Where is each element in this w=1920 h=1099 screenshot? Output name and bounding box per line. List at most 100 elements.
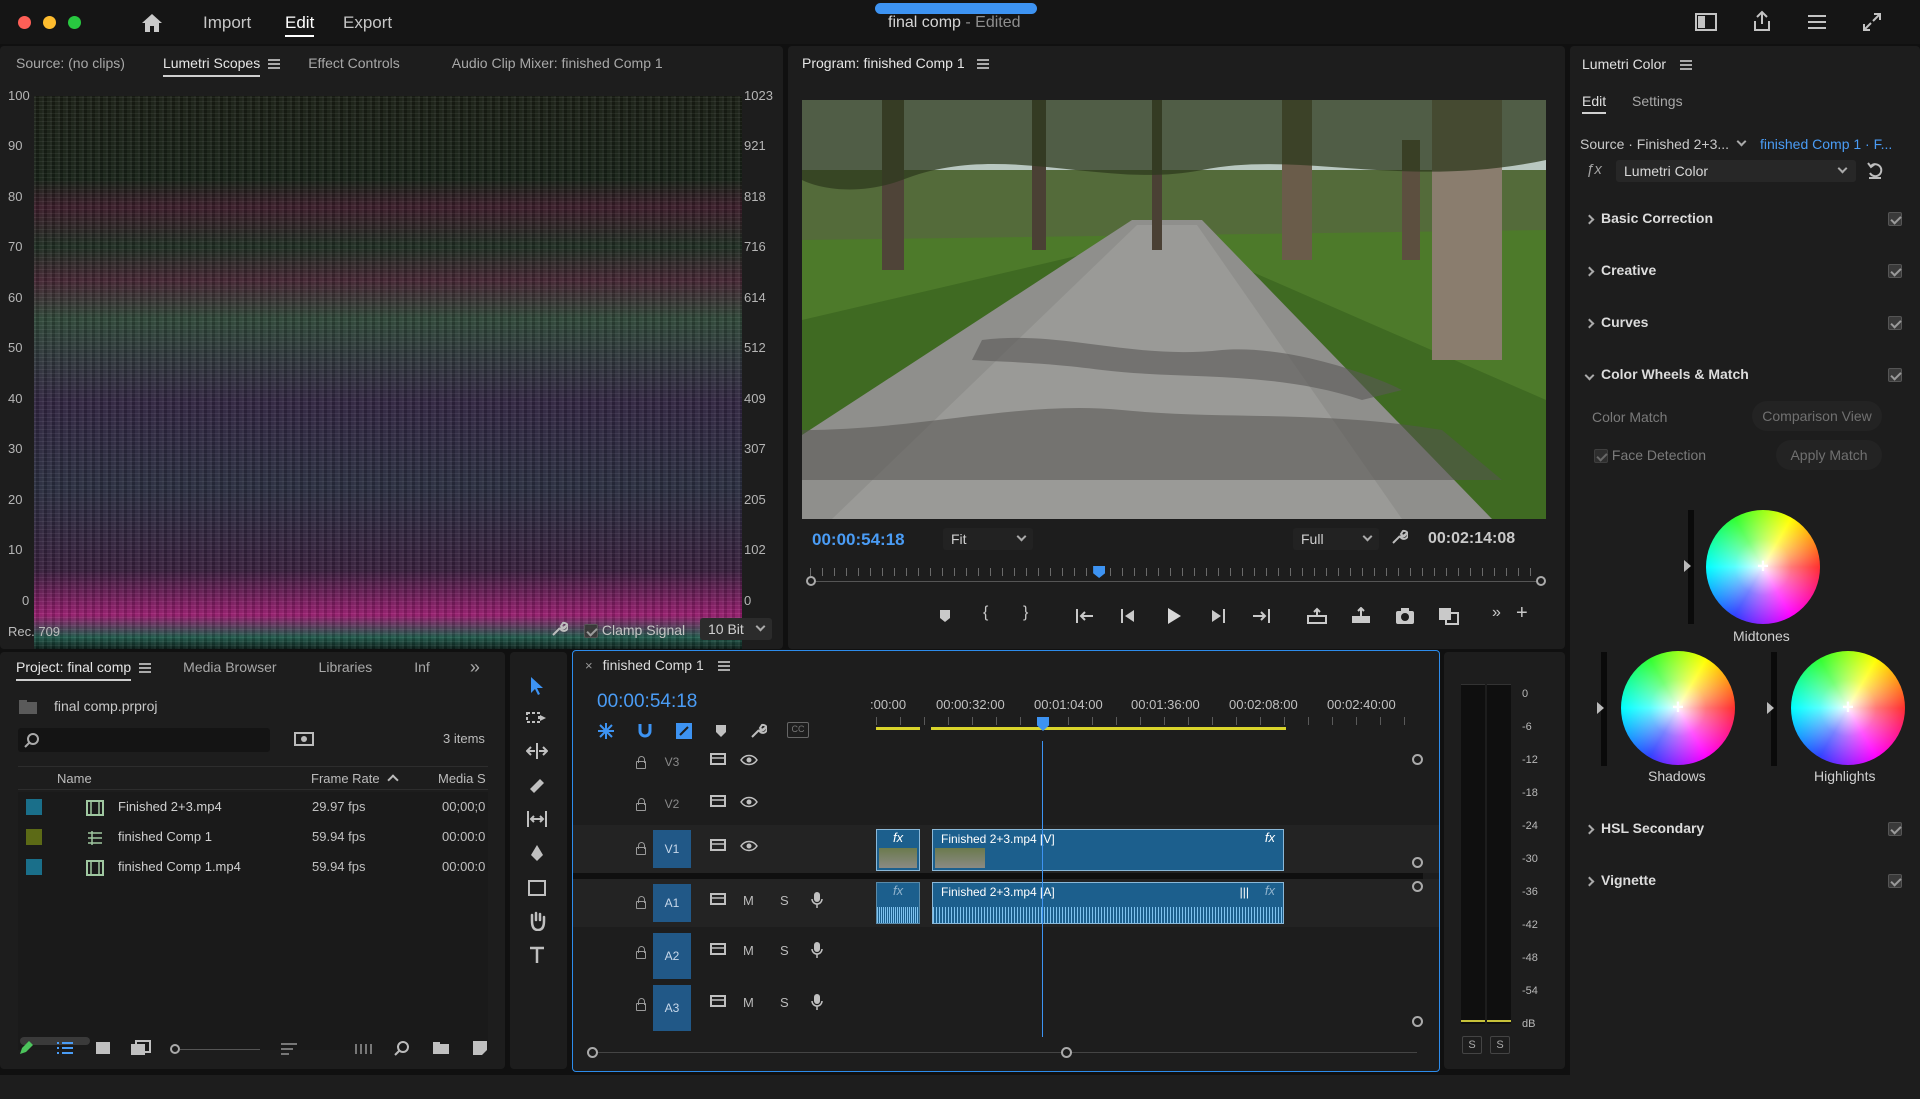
scrub-start-handle[interactable]	[806, 576, 816, 586]
workspaces-icon[interactable]	[1806, 13, 1828, 31]
nav-edit[interactable]: Edit	[285, 13, 315, 37]
maximize-window-button[interactable]	[68, 16, 81, 29]
bit-depth-select[interactable]: 10 Bit	[700, 618, 772, 640]
close-tab-icon[interactable]: ×	[585, 658, 593, 673]
section-vignette[interactable]: Vignette	[1582, 872, 1902, 896]
mute-button[interactable]: M	[743, 943, 754, 958]
audio-scroll-top-handle[interactable]	[1412, 881, 1423, 892]
pen-tool-icon[interactable]	[528, 844, 546, 862]
highlights-slider[interactable]	[1767, 652, 1777, 766]
fx-bypass-icon[interactable]: ƒx	[1586, 161, 1602, 178]
audio-clip-short[interactable]: fx	[876, 882, 920, 924]
sort-icon[interactable]	[280, 1042, 298, 1056]
icon-view-icon[interactable]	[95, 1041, 111, 1055]
resolution-select[interactable]: Full	[1293, 528, 1379, 550]
midtones-slider[interactable]	[1684, 510, 1694, 624]
track-label-v3[interactable]: V3	[653, 743, 691, 781]
automate-icon[interactable]	[354, 1042, 374, 1056]
tab-lumetri-scopes[interactable]: Lumetri Scopes	[141, 46, 296, 80]
new-bin-icon[interactable]	[432, 1041, 450, 1055]
timeline-ruler[interactable]: :00:00 00:00:32:00 00:01:04:00 00:01:36:…	[870, 691, 1426, 739]
section-enable-checkbox[interactable]	[1888, 212, 1902, 226]
zoom-select[interactable]: Fit	[943, 528, 1033, 550]
mute-button[interactable]: M	[743, 893, 754, 908]
toggle-sync-lock-icon[interactable]	[710, 795, 726, 807]
panel-layout-icon[interactable]	[1695, 13, 1717, 31]
section-enable-checkbox[interactable]	[1888, 316, 1902, 330]
timeline-horizontal-scroll[interactable]	[587, 1046, 1423, 1060]
microphone-icon[interactable]	[811, 993, 823, 1011]
panel-menu-icon[interactable]	[976, 59, 989, 70]
lumetri-target-label[interactable]: finished Comp 1 · F...	[1760, 136, 1892, 152]
timeline-current-time[interactable]: 00:00:54:18	[597, 691, 697, 713]
go-to-out-icon[interactable]	[1251, 608, 1271, 624]
more-tabs-icon[interactable]: »	[446, 652, 496, 684]
track-select-tool-icon[interactable]	[526, 709, 548, 727]
selection-tool-icon[interactable]	[528, 676, 546, 696]
toggle-sync-lock-icon[interactable]	[710, 995, 726, 1007]
highlights-wheel[interactable]: +	[1791, 651, 1905, 765]
section-hsl-secondary[interactable]: HSL Secondary	[1582, 820, 1902, 844]
section-color-wheels[interactable]: Color Wheels & Match	[1582, 366, 1902, 390]
play-icon[interactable]	[1165, 606, 1183, 626]
audio-scroll-bottom-handle[interactable]	[1412, 1016, 1423, 1027]
hand-tool-icon[interactable]	[528, 911, 546, 931]
track-label-v2[interactable]: V2	[653, 785, 691, 823]
list-item[interactable]: finished Comp 1.mp4 59.94 fps 00:00:0	[18, 852, 488, 882]
rectangle-tool-icon[interactable]	[528, 879, 546, 897]
more-controls-icon[interactable]: »	[1492, 604, 1501, 622]
go-to-in-icon[interactable]	[1075, 608, 1095, 624]
toggle-sync-lock-icon[interactable]	[710, 893, 726, 905]
section-enable-checkbox[interactable]	[1888, 822, 1902, 836]
shadows-wheel[interactable]: +	[1621, 651, 1735, 765]
column-name[interactable]: Name	[57, 771, 92, 786]
tab-media-browser[interactable]: Media Browser	[167, 652, 292, 684]
step-forward-icon[interactable]	[1210, 608, 1226, 624]
find-icon[interactable]	[394, 1040, 410, 1056]
lock-icon[interactable]	[636, 998, 646, 1011]
add-button-icon[interactable]: +	[1516, 602, 1528, 625]
tab-project[interactable]: Project: final comp	[0, 652, 167, 684]
section-enable-checkbox[interactable]	[1888, 874, 1902, 888]
apply-match-button[interactable]: Apply Match	[1776, 440, 1882, 470]
home-icon[interactable]	[140, 12, 164, 34]
program-playhead[interactable]	[1093, 566, 1106, 578]
list-item[interactable]: Finished 2+3.mp4 29.97 fps 00;00;0	[18, 792, 488, 822]
timeline-tab[interactable]: × finished Comp 1	[585, 657, 730, 673]
work-area-bar[interactable]	[931, 727, 1286, 730]
toggle-sync-lock-icon[interactable]	[710, 839, 726, 851]
solo-button[interactable]: S	[780, 893, 789, 908]
lock-icon[interactable]	[636, 842, 646, 855]
eye-icon[interactable]	[740, 754, 758, 766]
face-detection-box[interactable]	[1594, 449, 1608, 464]
tab-effect-controls[interactable]: Effect Controls	[296, 46, 416, 80]
scrub-bar[interactable]	[806, 564, 1546, 586]
fullscreen-icon[interactable]	[1862, 12, 1882, 32]
column-frame-rate[interactable]: Frame Rate	[311, 771, 399, 786]
panel-menu-icon[interactable]	[1680, 60, 1693, 71]
section-creative[interactable]: Creative	[1582, 262, 1902, 286]
tab-info[interactable]: Inf	[388, 652, 446, 684]
panel-menu-icon[interactable]	[717, 661, 730, 672]
tab-libraries[interactable]: Libraries	[293, 652, 389, 684]
nest-icon[interactable]	[597, 722, 615, 740]
effect-select[interactable]: Lumetri Color	[1616, 160, 1856, 182]
pencil-icon[interactable]	[18, 1040, 34, 1056]
section-curves[interactable]: Curves	[1582, 314, 1902, 338]
section-enable-checkbox[interactable]	[1888, 264, 1902, 278]
shadows-slider[interactable]	[1597, 652, 1607, 766]
share-icon[interactable]	[1752, 10, 1772, 32]
scrub-end-handle[interactable]	[1536, 576, 1546, 586]
video-scroll-top-handle[interactable]	[1412, 754, 1423, 765]
list-view-icon[interactable]	[56, 1041, 74, 1055]
column-media-start[interactable]: Media S	[438, 771, 486, 786]
toggle-sync-lock-icon[interactable]	[710, 753, 726, 765]
panel-menu-icon[interactable]	[139, 663, 152, 674]
minimize-window-button[interactable]	[43, 16, 56, 29]
nav-export[interactable]: Export	[343, 13, 392, 33]
tab-audio-clip-mixer[interactable]: Audio Clip Mixer: finished Comp 1	[416, 46, 679, 80]
lumetri-tab-edit[interactable]: Edit	[1582, 93, 1607, 114]
section-enable-checkbox[interactable]	[1888, 368, 1902, 382]
eye-icon[interactable]	[740, 840, 758, 852]
video-clip-short[interactable]: fx	[876, 829, 920, 871]
